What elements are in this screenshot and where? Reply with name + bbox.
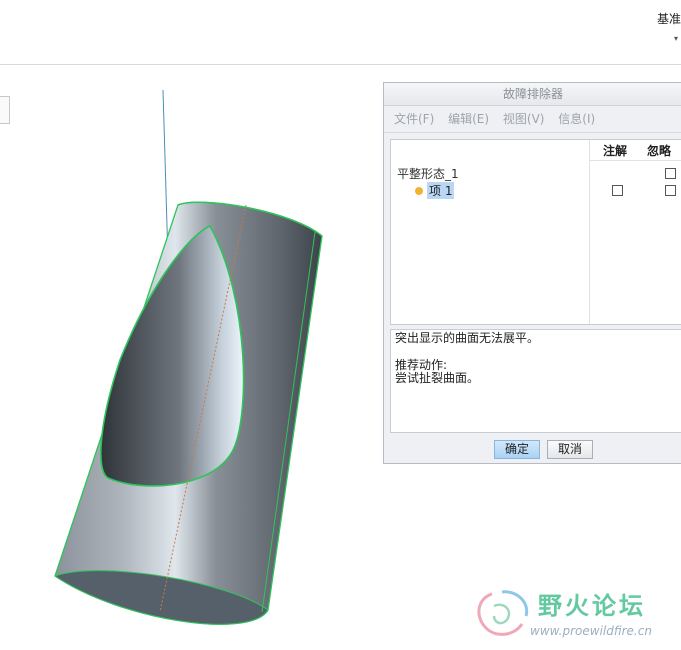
flame-logo-icon — [477, 590, 529, 636]
warning-dot-icon — [415, 186, 423, 195]
menu-file[interactable]: 文件(F) — [394, 106, 434, 132]
ok-button[interactable]: 确定 — [494, 440, 540, 459]
tree-root-flat-state[interactable]: 平整形态_1 — [397, 165, 459, 182]
tree-item-1[interactable]: 项 1 — [415, 182, 455, 199]
header-divider — [589, 160, 681, 161]
menu-view[interactable]: 视图(V) — [503, 106, 545, 132]
datum-group-label[interactable]: 基准 — [657, 10, 681, 27]
watermark-url: www.proewildfire.cn — [530, 624, 652, 638]
cutout-surface[interactable] — [100, 224, 245, 487]
menu-info[interactable]: 信息(I) — [558, 106, 595, 132]
column-ignore[interactable]: 忽略 — [647, 142, 671, 159]
message-panel: 突出显示的曲面无法展平。 推荐动作: 尝试扯裂曲面。 — [390, 329, 681, 433]
troubleshooter-dialog: 故障排除器 文件(F) 编辑(E) 视图(V) 信息(I) 注解 忽略 平整形态… — [383, 82, 681, 464]
message-action: 尝试扯裂曲面。 — [395, 371, 480, 385]
dialog-menubar: 文件(F) 编辑(E) 视图(V) 信息(I) — [384, 106, 681, 133]
watermark-title: 野火论坛 — [538, 592, 646, 620]
menu-edit[interactable]: 编辑(E) — [448, 106, 489, 132]
annotate-checkbox-item[interactable] — [612, 185, 623, 196]
sheetmetal-cylinder-model[interactable] — [53, 89, 323, 625]
tree-item-label[interactable]: 项 1 — [427, 182, 455, 199]
chevron-down-icon[interactable]: ▾ — [674, 34, 678, 43]
message-description: 突出显示的曲面无法展平。 — [395, 331, 540, 345]
ignore-checkbox-root[interactable] — [665, 168, 676, 179]
column-annotate[interactable]: 注解 — [603, 142, 627, 159]
cancel-button[interactable]: 取消 — [547, 440, 593, 459]
forum-watermark: 野火论坛 www.proewildfire.cn — [470, 580, 680, 646]
ribbon-toolbar: 基准 ▾ — [0, 0, 681, 65]
column-divider — [589, 140, 590, 324]
dialog-title: 故障排除器 — [384, 83, 681, 106]
tree-panel: 注解 忽略 平整形态_1 项 1 — [390, 139, 681, 325]
ignore-checkbox-item[interactable] — [665, 185, 676, 196]
